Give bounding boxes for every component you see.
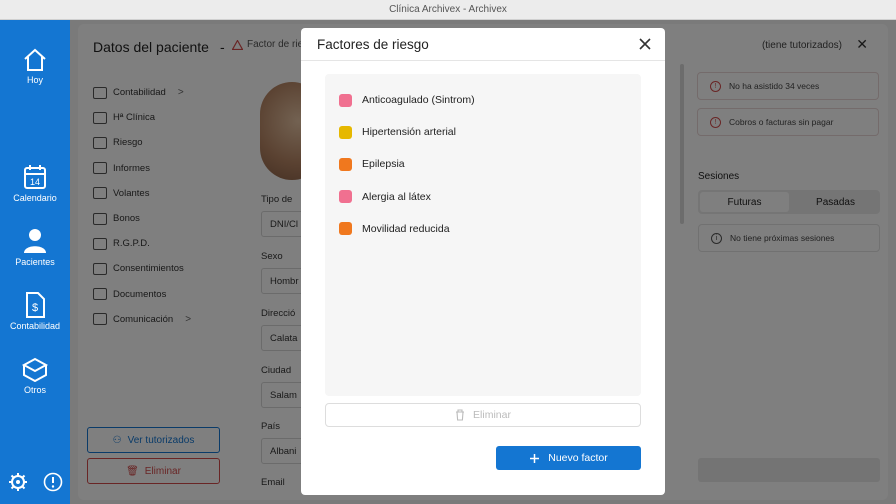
sidebar-item-label: Contabilidad (9, 321, 61, 331)
color-swatch (339, 125, 352, 139)
risk-factors-dialog: Factores de riesgo Anticoagulado (Sintro… (301, 28, 665, 495)
gear-icon[interactable] (8, 472, 28, 492)
button-label: Eliminar (473, 409, 511, 421)
sidebar-item-label: Pacientes (15, 257, 55, 267)
sidebar: Hoy 14 Calendario Pacientes $ Contabilid… (0, 20, 70, 504)
box-icon (21, 357, 49, 382)
invoice-icon: $ (26, 292, 45, 318)
window-titlebar: Clínica Archivex - Archivex (0, 0, 896, 20)
alert-icon[interactable] (43, 472, 63, 492)
home-icon (24, 48, 46, 71)
factor-label: Anticoagulado (Sintrom) (362, 94, 475, 107)
close-icon[interactable] (637, 36, 653, 52)
plus-icon (530, 453, 540, 463)
calendar-icon: 14 (24, 165, 46, 189)
sidebar-item-hoy[interactable]: Hoy (0, 48, 70, 85)
factor-label: Epilepsia (362, 158, 405, 171)
sidebar-item-contabilidad[interactable]: $ Contabilidad (0, 292, 70, 331)
calendar-day-badge: 14 (30, 177, 40, 187)
list-item[interactable]: Epilepsia (325, 148, 641, 180)
sidebar-item-pacientes[interactable]: Pacientes (0, 228, 70, 267)
window-title: Clínica Archivex - Archivex (389, 4, 507, 15)
sidebar-bottom (0, 472, 70, 492)
list-item[interactable]: Alergia al látex (325, 181, 641, 213)
factor-label: Alergia al látex (362, 190, 431, 203)
sidebar-item-label: Hoy (26, 75, 43, 85)
divider (301, 60, 665, 61)
button-label: Nuevo factor (548, 452, 608, 464)
factor-label: Hipertensión arterial (362, 126, 456, 139)
sidebar-item-otros[interactable]: Otros (0, 356, 70, 395)
person-icon (24, 229, 46, 253)
factor-label: Movilidad reducida (362, 222, 450, 235)
delete-factor-button[interactable]: Eliminar (325, 403, 641, 427)
color-swatch (339, 157, 352, 171)
color-swatch (339, 93, 352, 107)
list-item[interactable]: Hipertensión arterial (325, 116, 641, 148)
trash-icon (456, 409, 465, 421)
dialog-title: Factores de riesgo (317, 37, 429, 52)
svg-text:$: $ (32, 302, 38, 314)
sidebar-item-calendario[interactable]: 14 Calendario (0, 164, 70, 203)
color-swatch (339, 222, 352, 236)
sidebar-item-label: Otros (23, 385, 46, 395)
sidebar-item-label: Calendario (13, 193, 57, 203)
risk-factor-list: Anticoagulado (Sintrom) Hipertensión art… (325, 74, 641, 396)
list-item[interactable]: Movilidad reducida (325, 213, 641, 245)
list-item[interactable]: Anticoagulado (Sintrom) (325, 84, 641, 116)
color-swatch (339, 190, 352, 204)
new-factor-button[interactable]: Nuevo factor (496, 446, 641, 470)
